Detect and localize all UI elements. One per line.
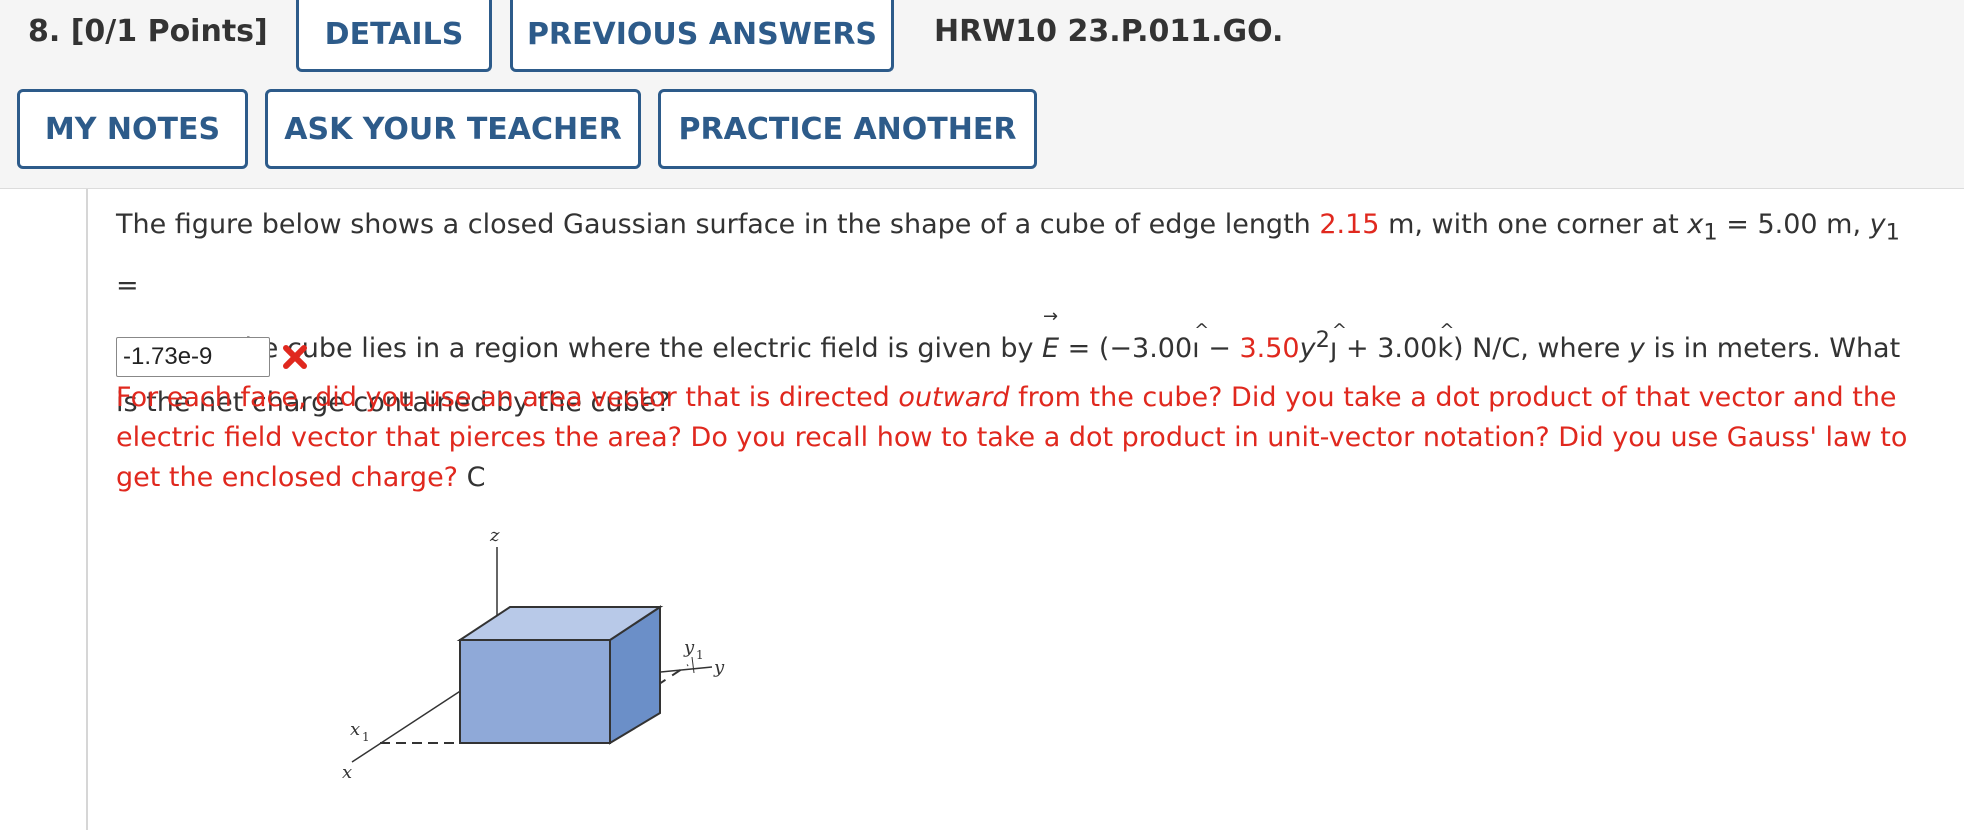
i-hat: ı ^ <box>1192 320 1209 376</box>
x-subscript: 1 <box>1703 219 1718 246</box>
edge-length-value: 2.15 <box>1319 209 1380 240</box>
gaussian-cube-figure: z y y 1 x x 1 <box>300 515 760 789</box>
problem-code: HRW10 23.P.011.GO. <box>934 14 1284 49</box>
y1-tick <box>691 656 695 674</box>
feedback-text: For each face, did you use an area vecto… <box>116 378 1916 498</box>
my-notes-button[interactable]: MY NOTES <box>17 89 248 169</box>
question-text-part: ) N/C, where <box>1452 333 1629 365</box>
y-subscript: 1 <box>1885 219 1900 246</box>
question-points-label: 8. [0/1 Points] <box>28 14 268 49</box>
vector-arrow-icon: → <box>1043 306 1059 328</box>
ask-teacher-button[interactable]: ASK YOUR TEACHER <box>265 89 641 169</box>
y1-subscript: 1 <box>696 648 704 662</box>
j-hat: ȷ ^ <box>1330 320 1347 376</box>
exponent: 2 <box>1315 327 1330 354</box>
electric-field-symbol: E → <box>1042 308 1060 376</box>
hat-icon: ^ <box>1439 320 1455 342</box>
z-axis-label: z <box>489 525 500 546</box>
question-text-part: = 5.00 m, <box>1717 209 1870 240</box>
details-button-label: DETAILS <box>324 17 464 52</box>
cube-front-face <box>459 639 611 744</box>
incorrect-x-icon <box>280 342 310 372</box>
answer-unit: C <box>466 462 486 493</box>
question-text-part: m, with one corner at <box>1379 209 1688 240</box>
x1-label: x <box>350 719 360 740</box>
previous-answers-button[interactable]: PREVIOUS ANSWERS <box>510 0 894 72</box>
y-axis-label: y <box>713 657 725 678</box>
e-letter: E <box>1042 333 1060 365</box>
content-left-rule <box>86 189 88 830</box>
feedback-part: For each face, did you use an area vecto… <box>116 382 899 413</box>
previous-answers-button-label: PREVIOUS ANSWERS <box>526 17 878 52</box>
question-text-part: = (−3.00 <box>1059 333 1193 365</box>
question-text-part: + 3.00 <box>1337 333 1438 365</box>
cube-diagram: z y y 1 x x 1 <box>342 525 725 783</box>
question-text-part: The figure below shows a closed Gaussian… <box>116 209 1320 240</box>
my-notes-button-label: MY NOTES <box>44 111 221 147</box>
y-variable: y <box>1869 209 1886 240</box>
k-hat: k ^ <box>1437 320 1454 376</box>
question-text-part: = <box>116 270 139 302</box>
field-coefficient: 3.50 <box>1239 333 1300 365</box>
y-variable: y <box>1628 333 1645 365</box>
feedback-emphasis: outward <box>898 382 1010 413</box>
details-button[interactable]: DETAILS <box>296 0 492 72</box>
x1-subscript: 1 <box>362 730 370 744</box>
ask-teacher-button-label: ASK YOUR TEACHER <box>284 111 622 147</box>
answer-input[interactable] <box>116 337 270 377</box>
y1-label: y <box>683 637 695 658</box>
practice-another-button[interactable]: PRACTICE ANOTHER <box>658 89 1037 169</box>
question-header: 8. [0/1 Points] DETAILS PREVIOUS ANSWERS… <box>0 0 1964 189</box>
x-variable: x <box>1687 209 1704 240</box>
y-variable: y <box>1299 333 1316 365</box>
hat-icon: ^ <box>1331 320 1347 342</box>
hat-icon: ^ <box>1194 320 1210 342</box>
answer-row <box>116 335 310 379</box>
x-axis-label: x <box>342 762 352 783</box>
practice-another-button-label: PRACTICE ANOTHER <box>678 111 1017 147</box>
